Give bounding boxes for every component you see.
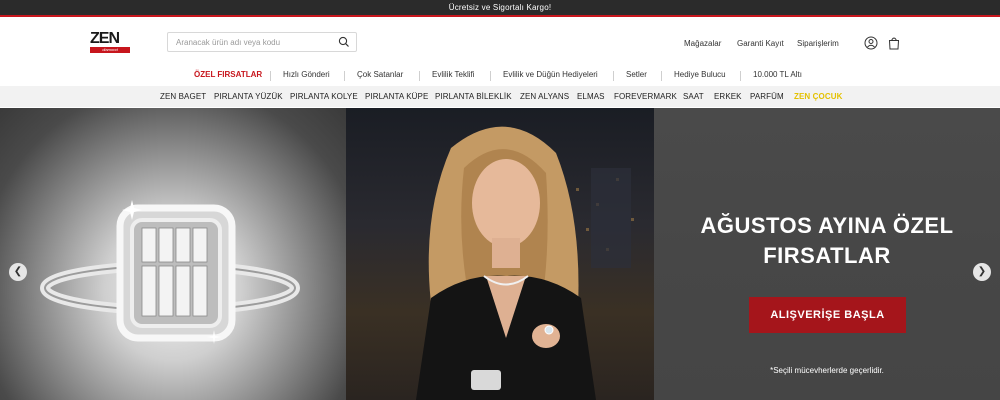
search-box [167,32,357,52]
hero-disclaimer: *Seçili mücevherlerde geçerlidir. [770,366,884,375]
promo-panel: AĞUSTOS AYINA ÖZEL FIRSATLAR ALIŞVERİŞE … [654,108,1000,400]
cat-pirlanta-kolye[interactable]: PIRLANTA KOLYE [290,92,358,101]
search-input[interactable] [176,36,336,49]
nav-divider [613,71,614,81]
site-header: ZEN diamond Mağazalar Garanti Kayıt Sipa… [0,17,1000,69]
cat-saat[interactable]: SAAT [683,92,704,101]
cat-elmas[interactable]: ELMAS [577,92,605,101]
nav-divider [270,71,271,81]
nav-divider [661,71,662,81]
cat-pirlanta-bileklik[interactable]: PIRLANTA BİLEKLİK [435,92,512,101]
chevron-right-icon: ❯ [977,266,987,277]
cat-zen-baget[interactable]: ZEN BAGET [160,92,206,101]
primary-nav: ÖZEL FIRSATLAR Hızlı Gönderi Çok Satanla… [0,67,1000,85]
cat-erkek[interactable]: ERKEK [714,92,742,101]
bag-icon[interactable] [887,36,901,50]
hero-title-line1: AĞUSTOS AYINA ÖZEL [700,213,954,238]
stores-link[interactable]: Mağazalar [684,39,721,48]
model-illustration [416,126,634,400]
cat-zen-cocuk[interactable]: ZEN ÇOCUK [794,92,842,101]
cat-zen-alyans[interactable]: ZEN ALYANS [520,92,569,101]
nav-hediye-bulucu[interactable]: Hediye Bulucu [674,70,726,79]
user-icon[interactable] [864,36,878,50]
hero-title: AĞUSTOS AYINA ÖZEL FIRSATLAR [654,211,1000,271]
category-nav: ZEN BAGET PIRLANTA YÜZÜK PIRLANTA KOLYE … [0,86,1000,107]
hero-banner[interactable]: AĞUSTOS AYINA ÖZEL FIRSATLAR ALIŞVERİŞE … [0,108,1000,400]
nav-divider [490,71,491,81]
ring-image [0,108,346,400]
cat-forevermark[interactable]: FOREVERMARK [614,92,677,101]
nav-cok-satanlar[interactable]: Çok Satanlar [357,70,403,79]
nav-divider [344,71,345,81]
nav-evlilik-teklifi[interactable]: Evlilik Teklifi [432,70,475,79]
hero-title-line2: FIRSATLAR [763,243,891,268]
search-icon[interactable] [338,36,350,48]
cat-pirlanta-yuzuk[interactable]: PIRLANTA YÜZÜK [214,92,283,101]
zen-logo[interactable]: ZEN diamond [90,31,132,55]
cat-parfum[interactable]: PARFÜM [750,92,784,101]
nav-dugun-hediyeleri[interactable]: Evlilik ve Düğün Hediyeleri [503,70,598,79]
cat-pirlanta-kupe[interactable]: PIRLANTA KÜPE [365,92,428,101]
announcement-bar: Ücretsiz ve Sigortalı Kargo! [0,0,1000,17]
chevron-left-icon: ❮ [13,266,23,277]
slider-prev-button[interactable]: ❮ [9,263,27,281]
diamond-ring-illustration [40,200,300,344]
nav-divider [419,71,420,81]
model-photo [346,108,654,400]
slider-next-button[interactable]: ❯ [973,263,991,281]
nav-setler[interactable]: Setler [626,70,647,79]
orders-link[interactable]: Siparişlerim [797,39,839,48]
warranty-link[interactable]: Garanti Kayıt [737,39,784,48]
nav-ozel-firsatlar[interactable]: ÖZEL FIRSATLAR [194,70,262,79]
shop-now-button[interactable]: ALIŞVERİŞE BAŞLA [749,297,906,333]
nav-divider [740,71,741,81]
nav-hizli-gonderi[interactable]: Hızlı Gönderi [283,70,330,79]
announcement-text: Ücretsiz ve Sigortalı Kargo! [448,3,552,12]
nav-10000-tl-alti[interactable]: 10.000 TL Altı [753,70,802,79]
logo-text: ZEN [90,30,120,47]
logo-subtitle: diamond [90,47,130,53]
